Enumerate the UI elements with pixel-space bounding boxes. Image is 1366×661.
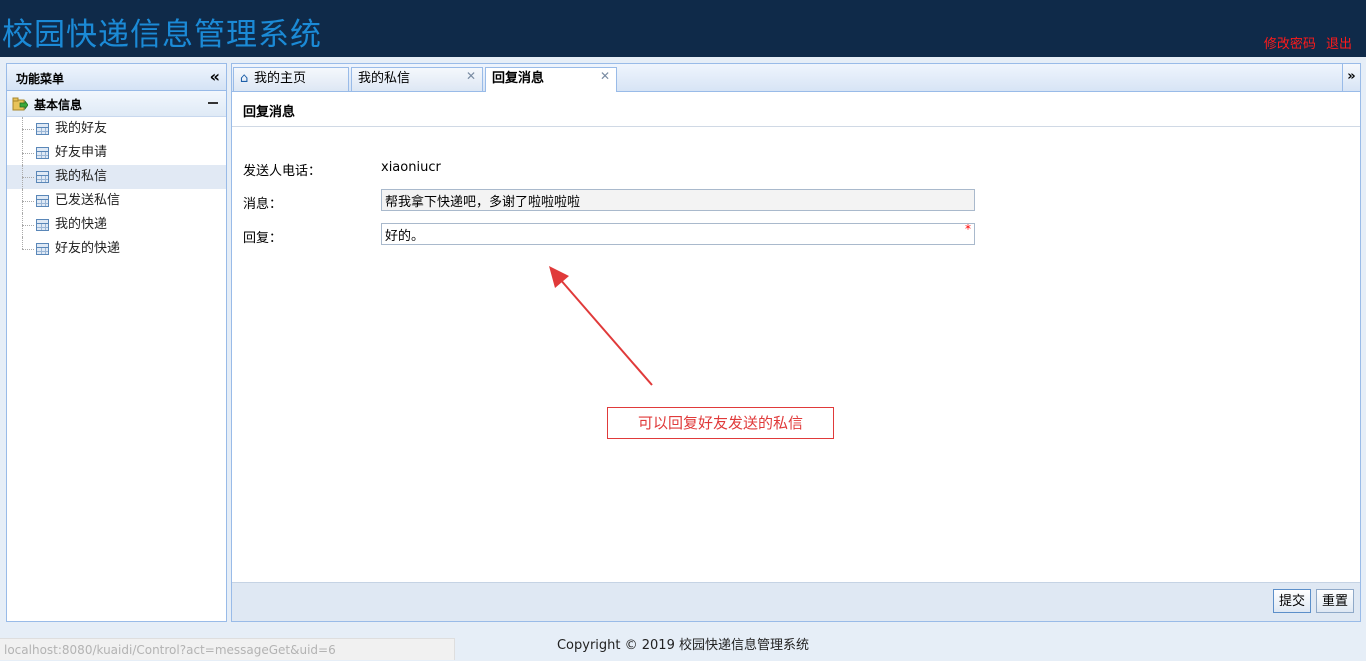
tab-label: 回复消息	[492, 71, 545, 86]
menu-group-basic-info[interactable]: 基本信息	[7, 91, 226, 117]
close-icon[interactable]: ✕	[600, 65, 610, 87]
menu-group-title: 基本信息	[34, 98, 83, 112]
menu-item-label: 我的私信	[55, 169, 108, 184]
tab-reply-message[interactable]: 回复消息 ✕	[485, 67, 617, 92]
panel-title-bar: 回复消息	[232, 92, 1360, 127]
tree-branch	[22, 201, 34, 202]
reply-field[interactable]	[381, 223, 975, 245]
tree-branch	[22, 129, 34, 130]
tab-my-messages[interactable]: 我的私信 ✕	[351, 67, 483, 91]
main-panel: ⌂ 我的主页 我的私信 ✕ 回复消息 ✕ » 回复消息 发送人电话： xiaoni…	[231, 63, 1361, 622]
table-icon	[36, 219, 49, 231]
close-icon[interactable]: ✕	[466, 65, 476, 87]
button-bar: 提交 重置	[232, 582, 1360, 621]
annotation-callout: 可以回复好友发送的私信	[607, 407, 834, 439]
menu-item-label: 好友的快递	[55, 241, 121, 256]
menu-item-my-friends[interactable]: 我的好友	[7, 117, 226, 141]
tab-label: 我的主页	[254, 71, 307, 86]
menu-item-sent-messages[interactable]: 已发送私信	[7, 189, 226, 213]
table-icon	[36, 171, 49, 183]
folder-arrow-icon	[12, 97, 28, 111]
tree-line	[22, 237, 24, 249]
tab-home[interactable]: ⌂ 我的主页	[233, 67, 349, 91]
table-icon	[36, 147, 49, 159]
reset-button[interactable]: 重置	[1315, 589, 1354, 613]
tree-branch	[22, 249, 34, 250]
tree-branch	[22, 225, 34, 226]
function-menu-panel: 功能菜单 « 基本信息 我的好友 好友申请 我的私信 已发送私信 我的快递 好友…	[6, 63, 227, 622]
tab-bar: ⌂ 我的主页 我的私信 ✕ 回复消息 ✕ »	[232, 64, 1360, 92]
logout-link[interactable]: 退出	[1326, 37, 1352, 52]
menu-item-friend-requests[interactable]: 好友申请	[7, 141, 226, 165]
sender-phone-value: xiaoniucr	[381, 160, 441, 175]
browser-status-bar: localhost:8080/kuaidi/Control?act=messag…	[0, 638, 455, 660]
change-password-link[interactable]: 修改密码	[1264, 37, 1316, 52]
sender-phone-label: 发送人电话：	[243, 164, 322, 179]
menu-title: 功能菜单	[16, 72, 65, 86]
table-icon	[36, 123, 49, 135]
annotation-arrow	[549, 266, 653, 386]
double-chevron-left-icon[interactable]: «	[210, 67, 220, 86]
menu-item-my-express[interactable]: 我的快递	[7, 213, 226, 237]
home-icon: ⌂	[240, 71, 249, 86]
required-mark: *	[965, 222, 971, 236]
menu-item-label: 已发送私信	[55, 193, 121, 208]
tree-branch	[22, 153, 34, 154]
menu-item-label: 我的好友	[55, 121, 108, 136]
table-icon	[36, 195, 49, 207]
menu-item-label: 我的快递	[55, 217, 108, 232]
menu-item-label: 好友申请	[55, 145, 108, 160]
app-header: 校园快递信息管理系统 修改密码 退出	[0, 0, 1366, 57]
table-icon	[36, 243, 49, 255]
double-chevron-down-icon[interactable]: »	[1342, 64, 1360, 91]
app-title: 校园快递信息管理系统	[2, 17, 322, 53]
collapse-minus-icon[interactable]	[208, 102, 218, 104]
menu-header: 功能菜单 «	[7, 64, 226, 91]
message-field[interactable]	[381, 189, 975, 211]
reply-label: 回复：	[243, 231, 283, 246]
top-links: 修改密码 退出	[1258, 33, 1352, 52]
tab-label: 我的私信	[358, 71, 411, 86]
panel-title: 回复消息	[243, 105, 296, 120]
message-label: 消息：	[243, 197, 283, 212]
menu-item-friends-express[interactable]: 好友的快递	[7, 237, 226, 261]
submit-button[interactable]: 提交	[1272, 589, 1311, 613]
menu-item-my-messages[interactable]: 我的私信	[7, 165, 226, 189]
tree-branch	[22, 177, 34, 178]
menu-list: 我的好友 好友申请 我的私信 已发送私信 我的快递 好友的快递	[7, 117, 226, 261]
